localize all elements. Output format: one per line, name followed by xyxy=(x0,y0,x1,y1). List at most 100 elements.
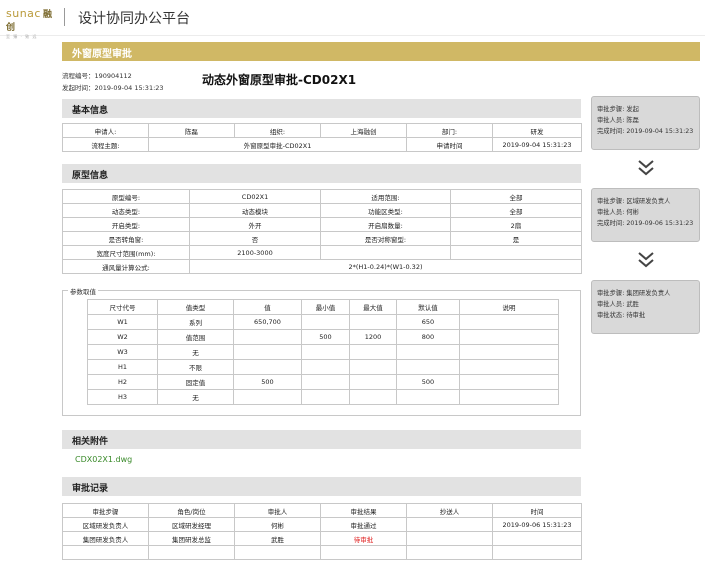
cell: W2 xyxy=(87,329,158,345)
flow-status-value: 待审批 xyxy=(626,312,646,319)
approval-records-table: 审批步骤 角色/岗位 审批人 审批结果 抄送人 时间 区域研发负责人 区域研发经理… xyxy=(62,503,582,560)
cell xyxy=(396,389,460,405)
cell xyxy=(349,374,397,390)
records-header-row: 审批步骤 角色/岗位 审批人 审批结果 抄送人 时间 xyxy=(62,503,582,518)
cell: 650 xyxy=(396,314,460,330)
dynamic-type-value: 动态模块 xyxy=(189,203,321,218)
cell xyxy=(233,329,302,345)
prototype-code-value: CD02X1 xyxy=(189,189,321,204)
table-row: 集团研发负责人 集团研发总监 武胜 待审批 xyxy=(62,531,582,546)
section-prototype-info: 原型信息 xyxy=(62,164,581,183)
page-banner: 外窗原型审批 xyxy=(62,42,700,61)
col-approver: 审批人 xyxy=(234,503,321,518)
process-number-label: 流程编号： xyxy=(62,72,95,80)
function-area-label: 功能区类型: xyxy=(320,203,451,218)
cell xyxy=(349,359,397,375)
cell: 800 xyxy=(396,329,460,345)
basic-info-table: 申请人: 陈磊 组织: 上海融创 部门: 研发 流程主题: 外窗原型审批-CD0… xyxy=(62,123,582,152)
params-table: 尺寸代号 值类型 值 最小值 最大值 默认值 说明 W1 系列 650,700 650… xyxy=(87,299,559,405)
flow-time-label: 完成时间: xyxy=(597,220,625,227)
cell xyxy=(459,389,559,405)
attachment-link[interactable]: CDX02X1.dwg xyxy=(75,455,132,464)
flow-step-value: 区域研发负责人 xyxy=(626,198,671,205)
table-row: H1 不限 xyxy=(87,359,559,375)
flow-step-card: 审批步骤: 集团研发负责人 审批人员: 武胜 审批状态: 待审批 xyxy=(591,280,700,334)
cell xyxy=(406,531,493,546)
flow-step-label: 审批步骤: xyxy=(597,290,625,297)
cell xyxy=(459,344,559,360)
prototype-info-table: 原型编号: CD02X1 适用范围: 全部 动态类型: 动态模块 功能区类型: … xyxy=(62,189,582,274)
chevron-down-icon xyxy=(638,252,654,268)
cell: H1 xyxy=(87,359,158,375)
cell xyxy=(62,545,149,560)
prototype-row: 是否转角窗: 否 是否对称窗型: 是 xyxy=(62,231,582,246)
cell: 无 xyxy=(157,344,234,360)
flow-status-label: 审批状态: xyxy=(597,312,625,319)
basic-info-row: 申请人: 陈磊 组织: 上海融创 部门: 研发 xyxy=(62,123,582,138)
cell xyxy=(459,329,559,345)
cell xyxy=(301,314,350,330)
dynamic-type-label: 动态类型: xyxy=(62,203,190,218)
col-role: 角色/岗位 xyxy=(148,503,235,518)
page-title: 动态外窗原型审批-CD02X1 xyxy=(202,73,357,87)
cell: 值范围 xyxy=(157,329,234,345)
status-approved: 审批通过 xyxy=(320,517,407,532)
sunac-logo[interactable]: sunac 融创 至 臻 · 致 远 xyxy=(6,7,54,39)
cell xyxy=(492,531,582,546)
cell: 无 xyxy=(157,389,234,405)
prototype-row: 原型编号: CD02X1 适用范围: 全部 xyxy=(62,189,582,204)
org-label: 组织: xyxy=(234,123,321,138)
process-start-time: 发起时间：2019-09-04 15:31:23 xyxy=(62,82,164,92)
flow-step-label: 审批步骤: xyxy=(597,198,625,205)
cell: 集团研发负责人 xyxy=(62,531,149,546)
symmetric-label: 是否对称窗型: xyxy=(320,231,451,246)
formula-value: 2*(H1-0.24)*(W1-0.32) xyxy=(189,259,582,274)
scope-label: 适用范围: xyxy=(320,189,451,204)
formula-label: 通风量计算公式: xyxy=(62,259,190,274)
sash-count-label: 开启扇数量: xyxy=(320,217,451,232)
col-default: 默认值 xyxy=(396,299,460,315)
symmetric-value: 是 xyxy=(450,231,582,246)
basic-info-row: 流程主题: 外窗原型审批-CD02X1 申请时间 2019-09-04 15:3… xyxy=(62,137,582,152)
cell xyxy=(349,314,397,330)
table-row: W2 值范围 500 1200 800 xyxy=(87,329,559,345)
section-approval-records: 审批记录 xyxy=(62,477,581,496)
flow-person-label: 审批人员: xyxy=(597,301,625,308)
cell xyxy=(301,359,350,375)
flow-step-value: 发起 xyxy=(626,106,639,113)
col-note: 说明 xyxy=(459,299,559,315)
cell xyxy=(492,545,582,560)
cell xyxy=(301,389,350,405)
cell: H3 xyxy=(87,389,158,405)
flow-person-label: 审批人员: xyxy=(597,117,625,124)
cell: 集团研发总监 xyxy=(148,531,235,546)
function-area-value: 全部 xyxy=(450,203,582,218)
col-time: 时间 xyxy=(492,503,582,518)
cell: 固定值 xyxy=(157,374,234,390)
apply-time-value: 2019-09-04 15:31:23 xyxy=(492,137,582,152)
flow-step-label: 审批步骤: xyxy=(597,106,625,113)
cell: 系列 xyxy=(157,314,234,330)
cell: 区域研发负责人 xyxy=(62,517,149,532)
top-bar: sunac 融创 至 臻 · 致 远 设计协同办公平台 xyxy=(0,0,705,39)
prototype-row: 动态类型: 动态模块 功能区类型: 全部 xyxy=(62,203,582,218)
cell: 500 xyxy=(233,374,302,390)
process-time-value: 2019-09-04 15:31:23 xyxy=(94,84,164,92)
empty-cell xyxy=(320,245,451,260)
table-row xyxy=(62,545,582,560)
subject-value: 外窗原型审批-CD02X1 xyxy=(148,137,407,152)
cell xyxy=(148,545,235,560)
cell xyxy=(459,314,559,330)
cell xyxy=(396,359,460,375)
flow-person-value: 陈磊 xyxy=(626,117,639,124)
flow-person-label: 审批人员: xyxy=(597,209,625,216)
cell xyxy=(396,344,460,360)
cell: 何彬 xyxy=(234,517,321,532)
flow-step-card: 审批步骤: 发起 审批人员: 陈磊 完成时间: 2019-09-04 15:31… xyxy=(591,96,700,150)
opening-type-label: 开启类型: xyxy=(62,217,190,232)
cell xyxy=(459,374,559,390)
app-title: 设计协同办公平台 xyxy=(78,11,190,27)
corner-window-value: 否 xyxy=(189,231,321,246)
cell xyxy=(301,374,350,390)
cell xyxy=(406,517,493,532)
